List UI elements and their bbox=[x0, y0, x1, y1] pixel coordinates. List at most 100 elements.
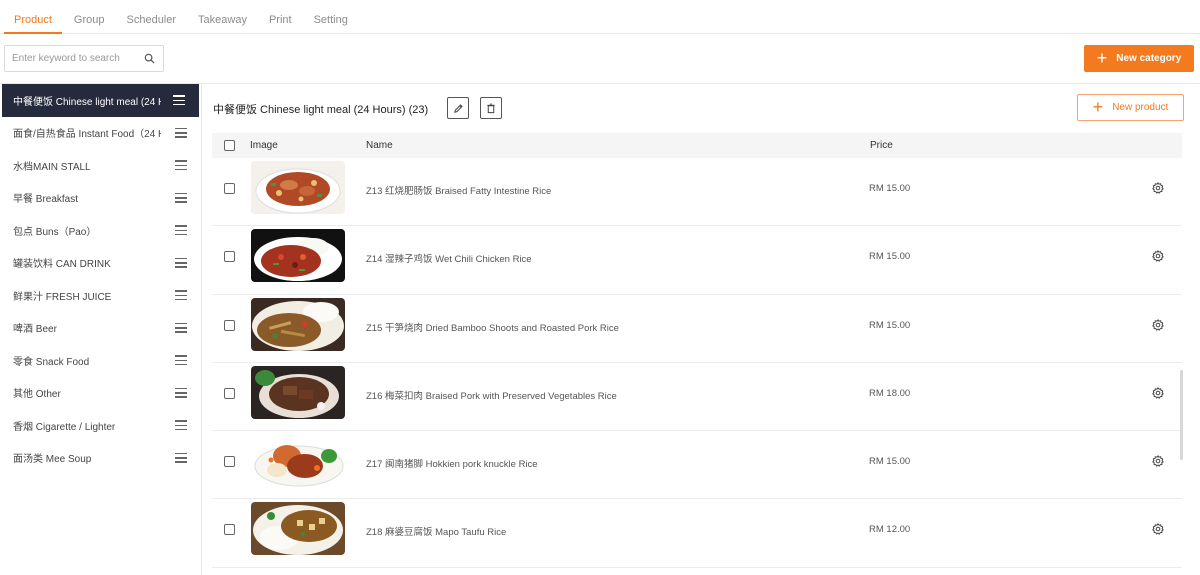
plus-icon: + bbox=[1092, 96, 1104, 117]
gear-icon[interactable] bbox=[1152, 250, 1164, 265]
sidebar-category-item[interactable]: 零食 Snack Food bbox=[0, 344, 201, 377]
tab-scheduler[interactable]: Scheduler bbox=[117, 14, 187, 33]
new-product-label: New product bbox=[1112, 102, 1169, 113]
product-name: Z18 麻婆豆腐饭 Mapo Taufu Rice bbox=[366, 527, 507, 539]
scrollbar[interactable] bbox=[1180, 370, 1183, 460]
table-header: Image Name Price bbox=[212, 133, 1182, 158]
menu-icon[interactable] bbox=[175, 452, 187, 463]
table-row[interactable]: Z15 干笋烧肉 Dried Bamboo Shoots and Roasted… bbox=[212, 295, 1182, 363]
product-image bbox=[251, 434, 345, 488]
sidebar-category-item[interactable]: 啤酒 Beer bbox=[0, 312, 201, 345]
sidebar-category-item[interactable]: 其他 Other bbox=[0, 377, 201, 410]
table-row[interactable]: Z13 红烧肥肠饭 Braised Fatty Intestine Rice RM… bbox=[212, 158, 1182, 227]
category-label: 包点 Buns（Pao） bbox=[13, 226, 97, 238]
gear-icon[interactable] bbox=[1152, 318, 1164, 334]
product-price: RM 15.00 bbox=[869, 319, 911, 331]
category-label: 其他 Other bbox=[13, 389, 61, 401]
table-row[interactable]: Z14 湿辣子鸡饭 Wet Chili Chicken Rice RM 15.00 bbox=[212, 226, 1182, 295]
delete-category-button[interactable] bbox=[480, 97, 502, 119]
table-row[interactable]: Z16 梅菜扣肉 Braised Pork with Preserved Veg… bbox=[212, 363, 1182, 432]
category-sidebar: 中餐便饭 Chinese light meal (24 Hours) 面食/自热食… bbox=[0, 84, 202, 575]
tab-print[interactable]: Print bbox=[259, 14, 302, 33]
row-checkbox[interactable] bbox=[224, 524, 235, 536]
category-label: 罐装饮料 CAN DRINK bbox=[13, 259, 111, 271]
row-checkbox[interactable] bbox=[224, 251, 235, 263]
product-image bbox=[251, 229, 345, 283]
category-label: 水档MAIN STALL bbox=[13, 161, 91, 173]
category-label: 中餐便饭 Chinese light meal (24 Hours) bbox=[13, 96, 161, 108]
search-box bbox=[4, 45, 164, 72]
category-label: 早餐 Breakfast bbox=[13, 194, 79, 206]
product-image bbox=[251, 502, 345, 556]
tab-takeaway[interactable]: Takeaway bbox=[188, 14, 257, 33]
tab-product[interactable]: Product bbox=[4, 14, 62, 34]
sidebar-category-item[interactable]: 鲜果汁 FRESH JUICE bbox=[0, 279, 201, 312]
category-label: 鲜果汁 FRESH JUICE bbox=[13, 291, 112, 303]
new-category-button[interactable]: + New category bbox=[1084, 45, 1194, 72]
gear-icon[interactable] bbox=[1152, 523, 1164, 538]
new-product-button[interactable]: + New product bbox=[1077, 94, 1184, 121]
gear-icon[interactable] bbox=[1152, 182, 1164, 197]
category-title: 中餐便饭 Chinese light meal (24 Hours) (23) bbox=[213, 104, 429, 116]
menu-icon[interactable] bbox=[175, 160, 187, 171]
sidebar-category-item[interactable]: 面汤类 Mee Soup bbox=[0, 442, 201, 475]
category-label: 面食/自热食品 Instant Food（24 Hours） bbox=[13, 129, 161, 141]
category-label: 啤酒 Beer bbox=[13, 324, 57, 336]
product-price: RM 15.00 bbox=[869, 183, 911, 194]
sidebar-category-item[interactable]: 水档MAIN STALL bbox=[0, 149, 201, 182]
new-category-label: New category bbox=[1116, 53, 1182, 64]
menu-icon[interactable] bbox=[173, 95, 185, 106]
product-image bbox=[251, 297, 345, 351]
search-icon[interactable] bbox=[135, 53, 163, 64]
tab-group[interactable]: Group bbox=[64, 14, 115, 33]
pencil-icon bbox=[453, 103, 464, 114]
menu-icon[interactable] bbox=[175, 192, 187, 203]
table-row[interactable]: Z18 麻婆豆腐饭 Mapo Taufu Rice RM 12.00 bbox=[212, 499, 1182, 568]
plus-icon: + bbox=[1096, 47, 1108, 68]
sidebar-category-item[interactable]: 面食/自热食品 Instant Food（24 Hours） bbox=[0, 117, 201, 150]
sidebar-category-item[interactable]: 香烟 Cigarette / Lighter bbox=[0, 409, 201, 442]
select-all-checkbox[interactable] bbox=[224, 140, 235, 151]
product-price: RM 15.00 bbox=[869, 456, 911, 468]
product-name: Z16 梅菜扣肉 Braised Pork with Preserved Veg… bbox=[366, 390, 617, 402]
product-image bbox=[251, 161, 345, 214]
menu-icon[interactable] bbox=[175, 420, 187, 431]
menu-icon[interactable] bbox=[175, 290, 187, 301]
column-price: Price bbox=[870, 140, 893, 151]
product-price: RM 12.00 bbox=[869, 524, 911, 536]
menu-icon[interactable] bbox=[175, 225, 187, 236]
sidebar-category-item[interactable]: 早餐 Breakfast bbox=[0, 182, 201, 215]
search-input[interactable] bbox=[5, 46, 135, 71]
trash-icon bbox=[486, 103, 496, 114]
product-table: Z13 红烧肥肠饭 Braised Fatty Intestine Rice RM… bbox=[212, 158, 1182, 568]
menu-icon[interactable] bbox=[175, 127, 187, 138]
category-label: 香烟 Cigarette / Lighter bbox=[13, 421, 116, 433]
edit-category-button[interactable] bbox=[447, 97, 469, 119]
product-price: RM 18.00 bbox=[869, 387, 911, 399]
product-image bbox=[251, 365, 345, 419]
sidebar-category-item[interactable]: 中餐便饭 Chinese light meal (24 Hours) bbox=[2, 84, 199, 117]
gear-icon[interactable] bbox=[1152, 387, 1164, 402]
product-name: Z17 闽南猪脚 Hokkien pork knuckle Rice bbox=[366, 459, 538, 471]
product-name: Z14 湿辣子鸡饭 Wet Chili Chicken Rice bbox=[366, 254, 532, 266]
menu-icon[interactable] bbox=[175, 257, 187, 268]
table-row[interactable]: Z17 闽南猪脚 Hokkien pork knuckle Rice RM 15.… bbox=[212, 431, 1182, 500]
row-checkbox[interactable] bbox=[224, 319, 235, 331]
row-checkbox[interactable] bbox=[224, 183, 235, 194]
menu-icon[interactable] bbox=[175, 387, 187, 398]
column-name: Name bbox=[366, 140, 393, 151]
row-checkbox[interactable] bbox=[224, 387, 235, 399]
menu-icon[interactable] bbox=[175, 322, 187, 333]
tab-setting[interactable]: Setting bbox=[304, 14, 358, 33]
sidebar-category-item[interactable]: 包点 Buns（Pao） bbox=[0, 214, 201, 247]
category-label: 零食 Snack Food bbox=[13, 356, 90, 368]
gear-icon[interactable] bbox=[1152, 455, 1164, 470]
top-tabs: Product Group Scheduler Takeaway Print S… bbox=[0, 0, 1200, 34]
category-label: 面汤类 Mee Soup bbox=[13, 454, 92, 466]
product-price: RM 15.00 bbox=[869, 251, 911, 263]
sidebar-category-item[interactable]: 罐装饮料 CAN DRINK bbox=[0, 247, 201, 280]
row-checkbox[interactable] bbox=[224, 456, 235, 468]
column-image: Image bbox=[250, 140, 278, 151]
menu-icon[interactable] bbox=[175, 355, 187, 366]
product-name: Z15 干笋烧肉 Dried Bamboo Shoots and Roasted… bbox=[366, 322, 619, 334]
